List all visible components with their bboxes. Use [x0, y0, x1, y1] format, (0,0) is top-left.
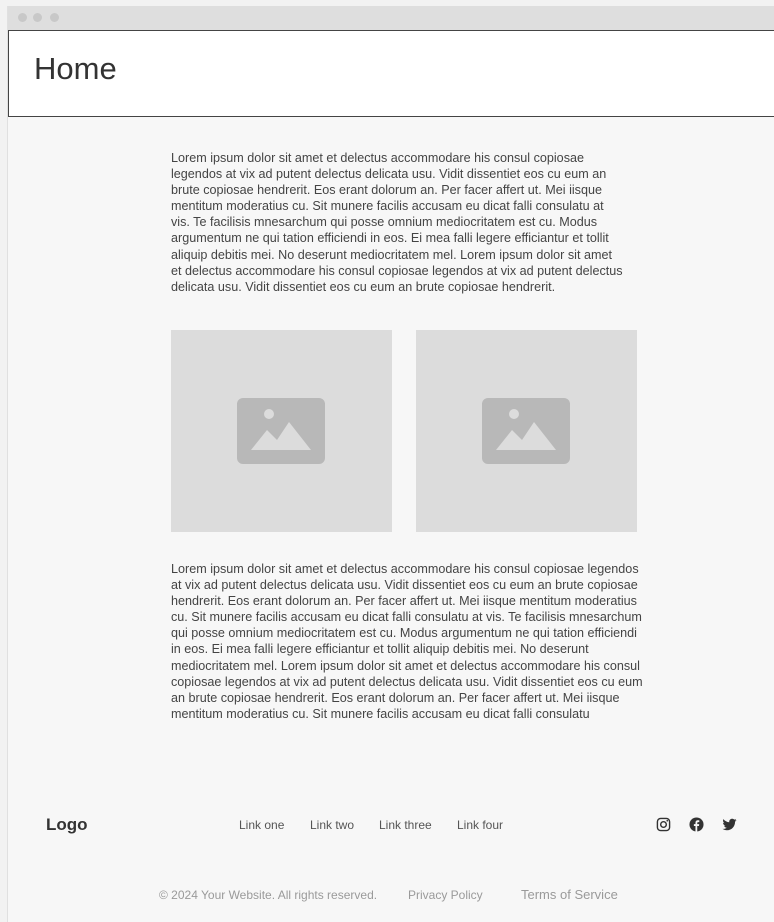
intro-paragraph: Lorem ipsum dolor sit amet et delectus a…	[171, 151, 623, 294]
footer-link-two[interactable]: Link two	[310, 818, 354, 832]
page-title: Home	[34, 51, 117, 86]
window-close-dot[interactable]	[18, 13, 27, 22]
page-header: Home	[8, 30, 774, 117]
facebook-icon[interactable]	[689, 817, 704, 832]
footer-link-three[interactable]: Link three	[379, 818, 432, 832]
window-minimize-dot[interactable]	[33, 13, 42, 22]
privacy-policy-link[interactable]: Privacy Policy	[408, 888, 483, 902]
twitter-icon[interactable]	[722, 817, 737, 832]
footer-link-four[interactable]: Link four	[457, 818, 503, 832]
terms-of-service-link[interactable]: Terms of Service	[521, 887, 618, 902]
body-paragraph: Lorem ipsum dolor sit amet et delectus a…	[171, 562, 643, 721]
image-placeholder-icon	[482, 398, 570, 464]
window-maximize-dot[interactable]	[50, 13, 59, 22]
copyright-text: © 2024 Your Website. All rights reserved…	[159, 888, 378, 902]
footer-logo[interactable]: Logo	[46, 815, 88, 835]
footer-link-one[interactable]: Link one	[239, 818, 284, 832]
image-placeholder-left	[171, 330, 392, 532]
instagram-icon[interactable]	[656, 817, 671, 832]
image-placeholder-right	[416, 330, 637, 532]
image-placeholder-icon	[237, 398, 325, 464]
browser-window: Home Lorem ipsum dolor sit amet et delec…	[7, 6, 774, 922]
window-titlebar	[8, 6, 774, 31]
